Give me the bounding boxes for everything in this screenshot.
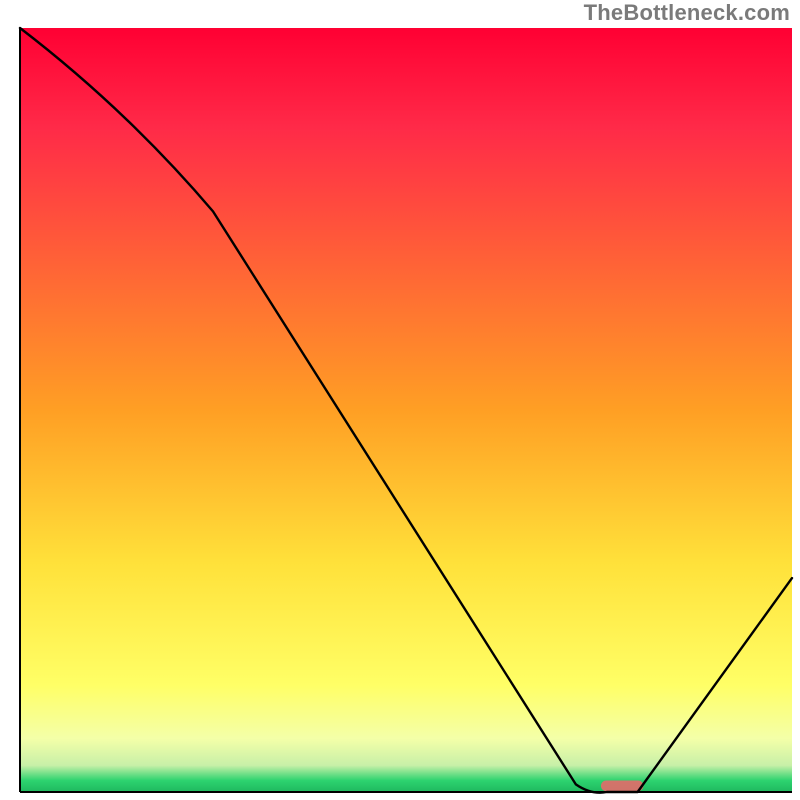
watermark-text: TheBottleneck.com xyxy=(584,0,790,26)
gradient-background xyxy=(20,28,792,792)
optimal-marker xyxy=(601,781,643,792)
bottleneck-chart xyxy=(0,0,800,800)
